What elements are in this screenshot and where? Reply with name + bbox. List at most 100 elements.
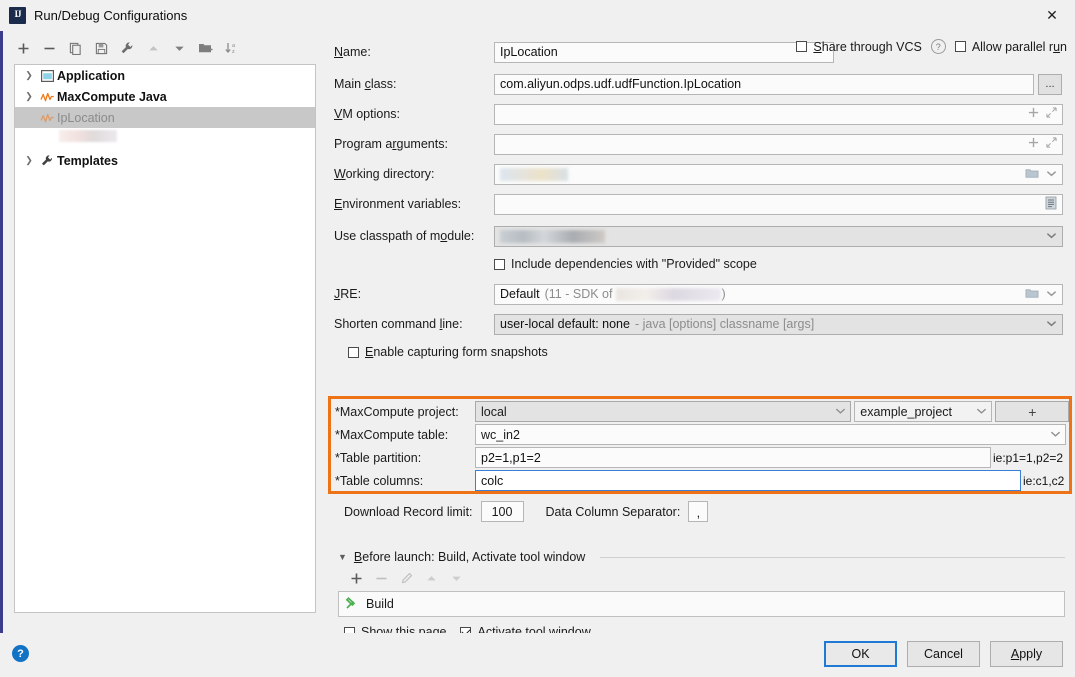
maxcompute-project-select[interactable]: local bbox=[475, 401, 851, 422]
chevron-down-icon[interactable] bbox=[829, 407, 846, 417]
build-hammer-icon bbox=[345, 596, 359, 613]
maxcompute-table-select[interactable]: wc_in2 bbox=[475, 424, 1066, 445]
jre-select[interactable]: Default (11 - SDK of ) bbox=[494, 284, 1063, 305]
add-project-button[interactable]: + bbox=[995, 401, 1069, 422]
chevron-down-icon[interactable] bbox=[1046, 317, 1057, 331]
enable-form-snapshots-checkbox[interactable]: Enable capturing form snapshots bbox=[348, 345, 548, 359]
save-icon[interactable] bbox=[88, 37, 114, 59]
chevron-down-icon[interactable]: ❯ bbox=[21, 91, 37, 102]
before-launch-task-list[interactable]: Build bbox=[338, 591, 1065, 617]
chevron-right-icon[interactable]: ❯ bbox=[21, 155, 37, 166]
list-edit-icon[interactable] bbox=[1045, 196, 1057, 213]
chevron-down-icon[interactable] bbox=[1046, 167, 1057, 181]
download-record-limit-input[interactable]: 100 bbox=[481, 501, 524, 522]
program-arguments-label: Program arguments: bbox=[326, 137, 494, 151]
help-icon[interactable]: ? bbox=[12, 645, 29, 662]
cancel-button[interactable]: Cancel bbox=[907, 641, 980, 667]
svg-text:z: z bbox=[232, 49, 235, 55]
folder-icon[interactable] bbox=[1025, 287, 1039, 302]
header-divider bbox=[600, 557, 1065, 558]
plus-icon[interactable] bbox=[1028, 107, 1039, 121]
shorten-command-line-label: Shorten command line: bbox=[326, 317, 494, 331]
include-provided-scope-checkbox[interactable]: Include dependencies with "Provided" sco… bbox=[494, 257, 757, 271]
chevron-right-icon[interactable]: ❯ bbox=[21, 70, 37, 81]
program-arguments-input[interactable] bbox=[494, 134, 1063, 155]
arrow-down-icon[interactable] bbox=[166, 37, 192, 59]
shorten-command-line-select[interactable]: user-local default: none - java [options… bbox=[494, 314, 1063, 335]
jre-label: JRE: bbox=[326, 287, 494, 301]
wrench-icon bbox=[37, 154, 57, 167]
add-configuration-button[interactable] bbox=[10, 37, 36, 59]
redacted-value bbox=[616, 288, 721, 301]
use-classpath-of-module-label: Use classpath of module: bbox=[326, 229, 494, 243]
application-icon bbox=[37, 70, 57, 82]
main-class-browse-button[interactable]: ... bbox=[1038, 74, 1062, 95]
apply-button[interactable]: Apply bbox=[990, 641, 1063, 667]
vm-options-input[interactable] bbox=[494, 104, 1063, 125]
working-directory-input[interactable] bbox=[494, 164, 1063, 185]
maxcompute-project-name-select[interactable]: example_project bbox=[854, 401, 991, 422]
share-through-vcs-label: Share through VCS bbox=[813, 40, 921, 54]
configurations-tree[interactable]: ❯ Application ❯ MaxCompute Java bbox=[14, 64, 316, 613]
redacted-tree-item bbox=[59, 130, 117, 142]
include-provided-scope-label: Include dependencies with "Provided" sco… bbox=[511, 257, 757, 271]
table-columns-input[interactable]: colc bbox=[475, 470, 1021, 491]
checkbox-box[interactable] bbox=[796, 41, 807, 52]
before-launch-section: ▼ Before launch: Build, Activate tool wi… bbox=[338, 550, 1065, 639]
remove-task-button[interactable] bbox=[369, 568, 394, 588]
wrench-icon[interactable] bbox=[114, 37, 140, 59]
share-through-vcs-checkbox[interactable]: Share through VCS bbox=[796, 40, 921, 54]
name-input[interactable]: IpLocation bbox=[494, 42, 834, 63]
allow-parallel-run-label: Allow parallel run bbox=[972, 40, 1067, 54]
move-task-up-button[interactable] bbox=[419, 568, 444, 588]
window-title: Run/Debug Configurations bbox=[34, 8, 187, 23]
download-record-limit-label: Download Record limit: bbox=[344, 505, 473, 519]
question-icon[interactable]: ? bbox=[931, 39, 946, 54]
tree-item-maxcompute-java[interactable]: ❯ MaxCompute Java bbox=[15, 86, 315, 107]
environment-variables-label: Environment variables: bbox=[326, 197, 494, 211]
maxcompute-icon bbox=[37, 91, 57, 103]
triangle-down-icon[interactable]: ▼ bbox=[338, 552, 347, 562]
table-partition-input[interactable]: p2=1,p1=2 bbox=[475, 447, 991, 468]
use-classpath-of-module-select[interactable] bbox=[494, 226, 1063, 247]
add-task-button[interactable] bbox=[344, 568, 369, 588]
download-options-row: Download Record limit: 100 Data Column S… bbox=[344, 501, 708, 522]
sort-az-icon[interactable]: az bbox=[218, 37, 244, 59]
checkbox-box[interactable] bbox=[348, 347, 359, 358]
pencil-icon[interactable] bbox=[394, 568, 419, 588]
chevron-down-icon[interactable] bbox=[1044, 430, 1061, 440]
expand-icon[interactable] bbox=[1046, 137, 1057, 151]
folder-icon[interactable] bbox=[1025, 167, 1039, 182]
main-class-input[interactable]: com.aliyun.odps.udf.udfFunction.IpLocati… bbox=[494, 74, 1034, 95]
allow-parallel-run-checkbox[interactable]: Allow parallel run bbox=[955, 40, 1067, 54]
chevron-down-icon[interactable] bbox=[1046, 229, 1057, 243]
copy-icon[interactable] bbox=[62, 37, 88, 59]
arrow-up-icon[interactable] bbox=[140, 37, 166, 59]
folder-add-icon[interactable] bbox=[192, 37, 218, 59]
data-column-separator-input[interactable]: , bbox=[688, 501, 708, 522]
checkbox-box[interactable] bbox=[955, 41, 966, 52]
plus-icon[interactable] bbox=[1028, 137, 1039, 151]
checkbox-box[interactable] bbox=[494, 259, 505, 270]
expand-icon[interactable] bbox=[1046, 107, 1057, 121]
move-task-down-button[interactable] bbox=[444, 568, 469, 588]
data-column-separator-label: Data Column Separator: bbox=[546, 505, 681, 519]
jre-value-suffix-end: ) bbox=[721, 287, 725, 301]
tree-item-templates[interactable]: ❯ Templates bbox=[15, 150, 315, 171]
tree-item-application[interactable]: ❯ Application bbox=[15, 65, 315, 86]
before-launch-header[interactable]: ▼ Before launch: Build, Activate tool wi… bbox=[338, 550, 1065, 564]
environment-variables-input[interactable] bbox=[494, 194, 1063, 215]
chevron-down-icon[interactable] bbox=[1046, 287, 1057, 301]
dialog-buttons: OK Cancel Apply bbox=[824, 641, 1063, 667]
enable-form-snapshots-label: Enable capturing form snapshots bbox=[365, 345, 548, 359]
chevron-down-icon[interactable] bbox=[970, 407, 987, 417]
task-label: Build bbox=[366, 597, 394, 611]
top-options: Share through VCS ? Allow parallel run bbox=[796, 39, 1067, 54]
table-columns-label: *Table columns: bbox=[335, 474, 475, 488]
shorten-command-line-value: user-local default: none bbox=[500, 317, 630, 331]
tree-item-iplocation[interactable]: IpLocation bbox=[15, 107, 315, 128]
ok-button[interactable]: OK bbox=[824, 641, 897, 667]
left-edge-accent bbox=[0, 31, 3, 633]
remove-configuration-button[interactable] bbox=[36, 37, 62, 59]
close-icon[interactable]: ✕ bbox=[1029, 0, 1075, 31]
